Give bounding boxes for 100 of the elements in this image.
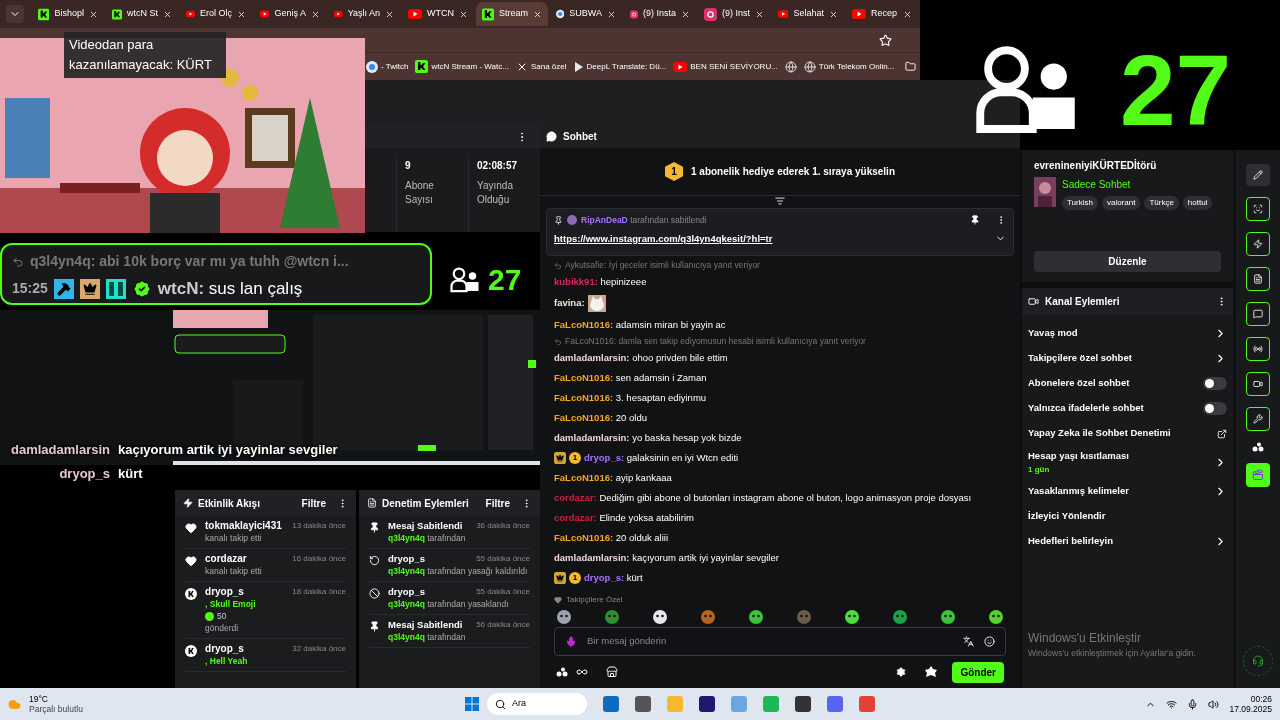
chat-tool-button[interactable]	[1246, 302, 1270, 326]
search-icon	[494, 698, 506, 710]
channel-action[interactable]: Hesap yaşı kısıtlaması 1 gün	[1028, 446, 1227, 479]
bookmark[interactable]: DeepL Translate: Dü...	[573, 60, 667, 73]
emote-icon[interactable]	[844, 609, 860, 625]
tag[interactable]: valorant	[1101, 196, 1141, 210]
browser-tab[interactable]: Erol Olç	[180, 2, 252, 26]
folder-icon[interactable]	[905, 61, 916, 72]
browser-tab[interactable]: Stream	[476, 2, 548, 26]
browser-tab[interactable]: (9) Inst	[698, 2, 770, 26]
close-icon[interactable]	[311, 9, 320, 19]
app-icon[interactable]	[698, 696, 715, 712]
channel-action[interactable]: İzleyici Yönlendir	[1028, 504, 1227, 529]
pencil-tool-button[interactable]	[1246, 164, 1270, 186]
channel-action[interactable]: Abonelere özel sohbet	[1028, 371, 1227, 396]
channel-action[interactable]: Yapay Zeka ile Sohbet Denetimi	[1028, 421, 1227, 446]
browser-tab[interactable]: SUBWA	[550, 2, 622, 26]
action-label: Yavaş mod	[1028, 326, 1078, 341]
emote-icon[interactable]	[940, 609, 956, 625]
emote-icon[interactable]	[988, 609, 1004, 625]
tag[interactable]: Turkish	[1062, 196, 1098, 210]
bookmark[interactable]: BEN SENİ SEVİYORU...	[673, 60, 778, 73]
triangle-logo-icon	[573, 60, 584, 73]
filter-button[interactable]: Filtre	[301, 495, 326, 511]
toggle-switch[interactable]	[1203, 402, 1227, 415]
tab-list-button[interactable]	[6, 5, 24, 23]
channel-action[interactable]: Yasaklanmış kelimeler	[1028, 479, 1227, 504]
bookmark[interactable]	[784, 60, 797, 73]
bookmark[interactable]: wtcN Stream - Watc...	[415, 60, 509, 73]
message-field[interactable]: Bir mesaj gönderin	[554, 627, 1006, 656]
channel-action[interactable]: Hedefleri belirleyin	[1028, 529, 1227, 554]
message-input[interactable]: Bir mesaj gönderin	[587, 634, 953, 649]
emoji-icon[interactable]	[984, 636, 995, 647]
close-icon[interactable]	[755, 9, 764, 19]
play-logo-icon	[852, 9, 866, 19]
close-icon[interactable]	[237, 9, 246, 19]
bookmark-star-icon[interactable]	[879, 33, 892, 47]
app-icon[interactable]	[634, 696, 651, 712]
document-tool-button[interactable]	[1246, 267, 1270, 291]
volume-icon[interactable]	[1208, 698, 1220, 710]
bolt-tool-button[interactable]	[1246, 232, 1270, 256]
pin-icon	[369, 522, 380, 533]
toggle-switch[interactable]	[1203, 377, 1227, 390]
close-icon[interactable]	[607, 9, 616, 19]
close-icon[interactable]	[163, 9, 172, 19]
browser-tab[interactable]: Recep	[846, 2, 918, 26]
emote-icon[interactable]	[652, 609, 668, 625]
bookmark[interactable]: Türk Telekom Onlin...	[803, 60, 895, 73]
bookmark[interactable]: - Twitch	[366, 60, 409, 73]
close-icon[interactable]	[459, 9, 468, 19]
browser-tab[interactable]: WTCN	[402, 2, 474, 26]
close-icon[interactable]	[385, 9, 394, 19]
close-icon[interactable]	[681, 9, 690, 19]
broadcast-tool-button[interactable]	[1246, 337, 1270, 361]
close-icon[interactable]	[89, 9, 98, 19]
scan-tool-button[interactable]	[1246, 197, 1270, 221]
wifi-icon[interactable]	[1166, 698, 1178, 710]
browser-tab[interactable]: Selahat	[772, 2, 844, 26]
sparkle-icon[interactable]	[924, 665, 939, 679]
dots-icon[interactable]	[1252, 442, 1264, 452]
translate-icon[interactable]	[963, 636, 974, 647]
emote-icon[interactable]	[892, 609, 908, 625]
browser-tab[interactable]: (9) Insta	[624, 2, 696, 26]
document-icon	[367, 498, 377, 508]
browser-tab[interactable]: Yaşlı An	[328, 2, 400, 26]
edit-button[interactable]: Düzenle	[1034, 251, 1221, 272]
dots-icon[interactable]	[556, 667, 568, 677]
app-icon[interactable]	[794, 696, 811, 712]
filter-button[interactable]: Filtre	[485, 495, 510, 511]
pixel-badge-icon	[105, 278, 126, 299]
start-icon[interactable]	[464, 697, 479, 711]
filter-icon[interactable]	[775, 196, 785, 206]
tag[interactable]: hottul	[1182, 196, 1213, 210]
channel-action[interactable]: Yalnızca ifadelerle sohbet	[1028, 396, 1227, 421]
browser-tab[interactable]: Geniş A	[254, 2, 326, 26]
tag[interactable]: Türkçe	[1144, 196, 1179, 210]
wrench-tool-button[interactable]	[1246, 407, 1270, 431]
emote-icon[interactable]	[748, 609, 764, 625]
action-text: q3l4yn4q tarafından	[388, 631, 467, 643]
pinned-link[interactable]: https://www.instagram.com/q3l4yn4qkesit/?hl=tr	[554, 231, 773, 246]
settings-icon[interactable]	[896, 667, 907, 677]
channel-action[interactable]: Takipçilere özel sohbet	[1028, 346, 1227, 371]
close-icon[interactable]	[829, 9, 838, 19]
bookmark[interactable]: Sana özel	[515, 60, 567, 73]
emote-icon[interactable]	[556, 609, 572, 625]
close-icon[interactable]	[533, 9, 542, 19]
store-icon[interactable]	[606, 666, 618, 678]
camera-tool-button[interactable]	[1246, 372, 1270, 396]
play-logo-icon	[778, 9, 789, 19]
channel-action[interactable]: Yavaş mod	[1028, 321, 1227, 346]
clapper-tool-button[interactable]	[1246, 463, 1270, 487]
browser-tab[interactable]: Bishopl	[32, 2, 104, 26]
pin-icon[interactable]	[970, 215, 980, 226]
mic-icon[interactable]	[1187, 698, 1199, 710]
category-thumbnail	[1034, 177, 1056, 207]
send-button[interactable]: Gönder	[952, 661, 1004, 683]
close-icon[interactable]	[903, 9, 912, 19]
browser-tab[interactable]: wtcN St	[106, 2, 178, 26]
stat-label: Yayında Olduğu	[477, 179, 514, 207]
taskbar-search[interactable]: Ara	[486, 693, 587, 715]
